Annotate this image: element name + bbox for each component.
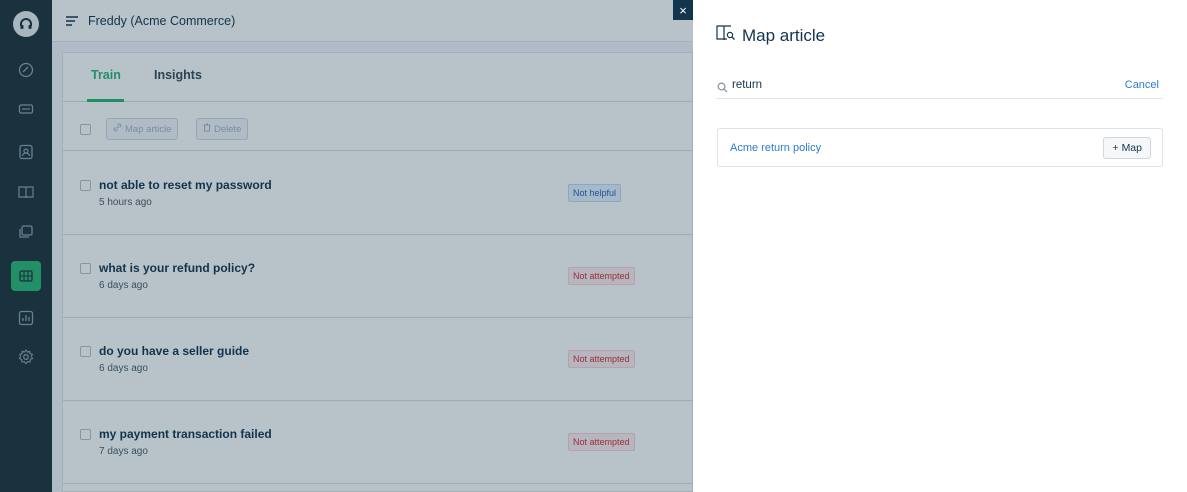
article-result: Acme return policy + Map bbox=[717, 128, 1163, 167]
article-search: return Cancel bbox=[716, 76, 1163, 99]
map-article-drawer: Map article return Cancel Acme return po… bbox=[693, 0, 1187, 492]
modal-overlay[interactable] bbox=[0, 0, 693, 492]
search-input[interactable]: return bbox=[732, 79, 762, 91]
search-icon bbox=[717, 80, 728, 98]
drawer-header: Map article bbox=[716, 24, 825, 47]
drawer-title: Map article bbox=[742, 25, 826, 45]
plus-icon: + bbox=[1112, 142, 1119, 154]
book-search-icon bbox=[716, 24, 736, 47]
article-link[interactable]: Acme return policy bbox=[730, 142, 821, 154]
map-button[interactable]: + Map bbox=[1103, 137, 1151, 159]
close-drawer-button[interactable]: × bbox=[673, 0, 693, 20]
map-button-label: Map bbox=[1121, 142, 1142, 154]
cancel-button[interactable]: Cancel bbox=[1125, 79, 1159, 91]
